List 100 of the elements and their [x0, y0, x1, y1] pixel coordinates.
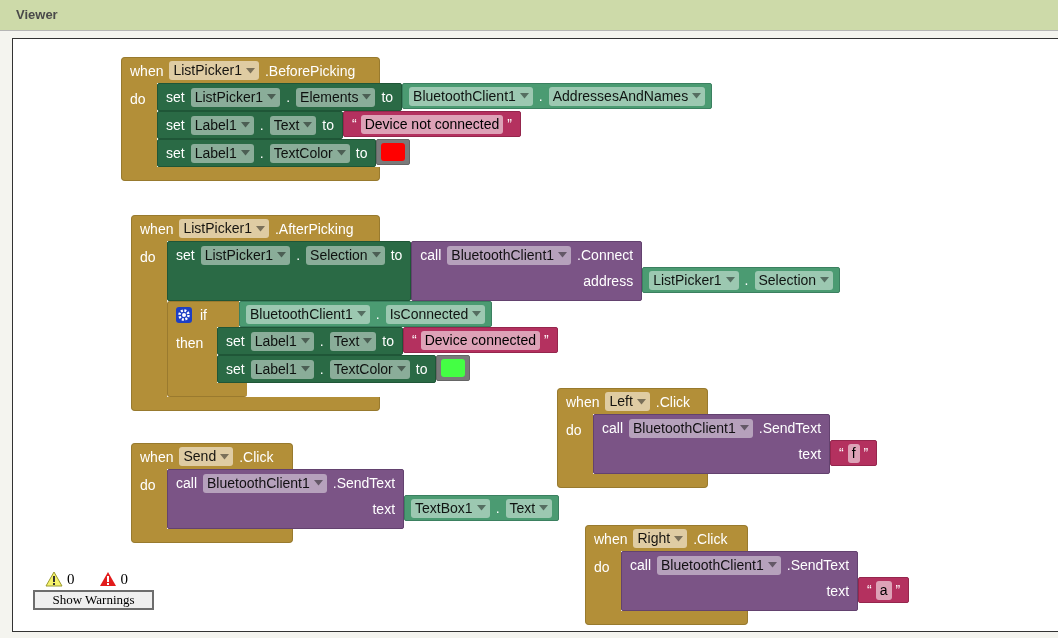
component-dropdown[interactable]: BluetoothClient1: [629, 418, 753, 438]
setter-block[interactable]: set Label1 . TextColor to: [217, 355, 437, 383]
caret-icon: [303, 122, 313, 128]
component-dropdown[interactable]: Selection: [754, 270, 834, 290]
caret-icon: [725, 277, 735, 283]
argument-label: text: [798, 445, 822, 463]
getter-block[interactable]: TextBox1 . Text: [404, 495, 560, 521]
quote-mark: “: [412, 331, 417, 349]
event-block-header[interactable]: when Right .Click: [585, 525, 748, 551]
component-dropdown[interactable]: Label1: [250, 359, 314, 379]
caret-icon: [356, 311, 366, 317]
getter-block[interactable]: BluetoothClient1 . IsConnected: [239, 301, 493, 327]
caret-icon: [220, 453, 230, 460]
setter-block[interactable]: set Label1 . TextColor to: [157, 139, 377, 167]
warning-icon: [45, 571, 63, 587]
getter-block[interactable]: ListPicker1 . Selection: [642, 267, 841, 293]
component-dropdown[interactable]: ListPicker1: [169, 61, 259, 80]
component-dropdown[interactable]: BluetoothClient1: [203, 473, 327, 493]
text-block[interactable]: “ Device not connected ”: [343, 111, 521, 137]
gear-icon[interactable]: [176, 306, 192, 323]
component-dropdown[interactable]: TextBox1: [411, 498, 490, 518]
component-dropdown[interactable]: BluetoothClient1: [409, 86, 533, 106]
caret-icon: [240, 122, 250, 128]
component-dropdown[interactable]: TextColor: [269, 143, 350, 163]
setter-block[interactable]: set Label1 . Text to: [217, 327, 403, 355]
component-dropdown[interactable]: TextColor: [329, 359, 410, 379]
block-keyword: do: [566, 422, 582, 438]
caret-icon: [476, 505, 486, 511]
block-keyword: do: [140, 477, 156, 493]
caret-icon: [396, 366, 406, 372]
color-block[interactable]: [436, 355, 471, 381]
text-value[interactable]: a: [875, 580, 892, 600]
block-keyword: call: [420, 246, 442, 264]
component-dropdown[interactable]: Label1: [190, 143, 254, 163]
text-block[interactable]: “ f ”: [830, 440, 878, 466]
component-dropdown[interactable]: ListPicker1: [179, 219, 269, 238]
event-block-header[interactable]: when Send .Click: [131, 443, 293, 469]
property-dot: .: [296, 246, 301, 264]
setter-block[interactable]: set Label1 . Text to: [157, 111, 343, 139]
quote-mark: ”: [863, 444, 869, 462]
component-dropdown[interactable]: Right: [633, 529, 688, 548]
quote-mark: ”: [543, 331, 549, 349]
method-call-block[interactable]: call BluetoothClient1 .SendText text: [167, 469, 405, 529]
event-block-header[interactable]: when ListPicker1 .BeforePicking: [121, 57, 380, 83]
component-dropdown[interactable]: BluetoothClient1: [246, 304, 370, 324]
block-keyword: to: [322, 116, 334, 134]
component-dropdown[interactable]: Left: [605, 392, 650, 411]
component-dropdown[interactable]: Label1: [250, 331, 314, 351]
block-keyword: set: [226, 360, 245, 378]
block-keyword: if: [200, 305, 207, 324]
text-block[interactable]: “ a ”: [858, 577, 910, 603]
component-dropdown[interactable]: ListPicker1: [649, 270, 739, 290]
block-keyword: set: [166, 116, 185, 134]
caret-icon: [767, 562, 777, 568]
component-dropdown[interactable]: BluetoothClient1: [447, 245, 572, 265]
component-dropdown[interactable]: Text: [505, 498, 553, 518]
text-value[interactable]: f: [847, 443, 860, 463]
block-keyword: when: [566, 392, 600, 411]
event-name: .Click: [693, 529, 728, 548]
color-swatch[interactable]: [441, 359, 466, 377]
block-keyword: set: [176, 246, 195, 264]
component-dropdown[interactable]: Text: [329, 331, 377, 351]
component-dropdown[interactable]: Selection: [306, 245, 385, 265]
text-value[interactable]: Device connected: [420, 330, 540, 350]
block-keyword: to: [355, 144, 368, 162]
event-name: .Click: [239, 447, 274, 466]
event-block-header[interactable]: when ListPicker1 .AfterPicking: [131, 215, 380, 241]
setter-block[interactable]: set ListPicker1 . Selection to: [167, 241, 412, 301]
component-dropdown[interactable]: ListPicker1: [190, 87, 281, 107]
method-call-block[interactable]: call BluetoothClient1 .SendText text: [621, 551, 859, 611]
method-call-block[interactable]: call BluetoothClient1 .Connect address: [411, 241, 643, 301]
block-keyword: when: [594, 529, 628, 548]
color-swatch[interactable]: [381, 143, 406, 161]
caret-icon: [277, 252, 287, 258]
component-dropdown[interactable]: Send: [179, 447, 234, 466]
property-dot: .: [259, 144, 264, 162]
block-keyword: when: [140, 219, 174, 238]
component-dropdown[interactable]: ListPicker1: [200, 245, 291, 265]
property-dot: .: [319, 332, 324, 350]
property-dot: .: [259, 116, 264, 134]
text-block[interactable]: “ Device connected ”: [403, 327, 558, 353]
caret-icon: [674, 535, 684, 542]
component-dropdown[interactable]: Text: [269, 115, 317, 135]
caret-icon: [336, 150, 346, 156]
method-name: .SendText: [758, 419, 822, 437]
caret-icon: [636, 398, 646, 405]
getter-block[interactable]: BluetoothClient1 . AddressesAndNames: [402, 83, 713, 109]
component-dropdown[interactable]: AddressesAndNames: [548, 86, 706, 106]
event-block-header[interactable]: when Left .Click: [557, 388, 708, 414]
caret-icon: [539, 505, 549, 511]
show-warnings-button[interactable]: Show Warnings: [33, 590, 154, 610]
component-dropdown[interactable]: Label1: [190, 115, 254, 135]
method-name: .SendText: [332, 474, 396, 492]
setter-block[interactable]: set ListPicker1 . Elements to: [157, 83, 403, 111]
component-dropdown[interactable]: BluetoothClient1: [657, 555, 781, 575]
color-block[interactable]: [376, 139, 411, 165]
component-dropdown[interactable]: IsConnected: [385, 304, 486, 324]
component-dropdown[interactable]: Elements: [296, 87, 376, 107]
method-call-block[interactable]: call BluetoothClient1 .SendText text: [593, 414, 831, 474]
text-value[interactable]: Device not connected: [360, 114, 504, 134]
